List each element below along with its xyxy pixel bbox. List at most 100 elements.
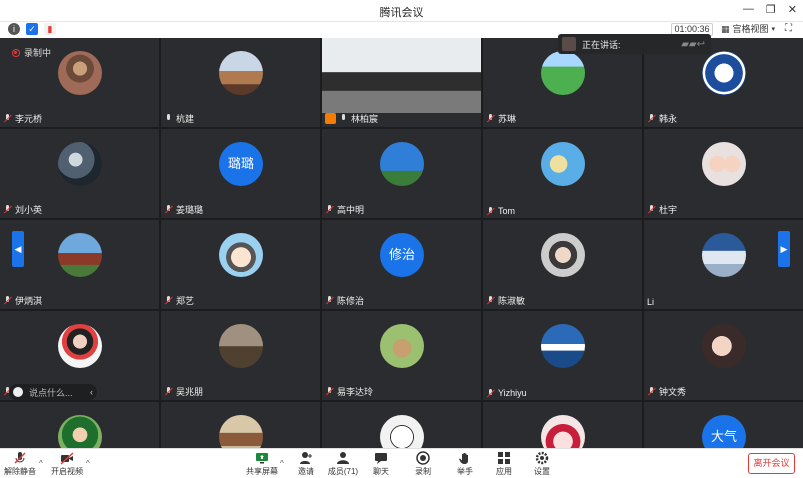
start-video-button[interactable]: 开启视频 <box>47 451 87 477</box>
members-label: 成员(71) <box>327 467 359 476</box>
mic-muted-icon <box>486 296 495 305</box>
avatar <box>58 324 102 368</box>
participant-tile[interactable]: 林柏宸 <box>322 38 481 127</box>
participant-tile[interactable]: 钟文秀 <box>644 311 803 400</box>
prev-page-button[interactable]: ◀ <box>12 231 24 267</box>
participant-name-tag: 林柏宸 <box>325 112 378 125</box>
mic-muted-icon <box>164 296 173 305</box>
start-video-label: 开启视频 <box>51 467 83 476</box>
next-page-button[interactable]: ▶ <box>778 231 790 267</box>
share-screen-label: 共享屏幕 <box>246 467 278 476</box>
emoji-icon[interactable] <box>13 387 23 397</box>
avatar <box>219 233 263 277</box>
camera-off-icon <box>60 452 74 465</box>
mic-muted-icon <box>3 114 12 123</box>
participant-name: 钟文秀 <box>659 387 687 397</box>
avatar <box>541 233 585 277</box>
participant-name: Tom <box>498 206 516 216</box>
share-screen-button[interactable]: 共享屏幕 <box>242 451 282 477</box>
participant-name-tag: 杜宇 <box>647 203 677 216</box>
settings-button[interactable]: 设置 <box>522 451 562 477</box>
avatar <box>702 142 746 186</box>
participant-name-tag: Yizhiyu <box>486 388 527 398</box>
participant-tile[interactable]: 易李达玲 <box>322 311 481 400</box>
avatar <box>58 233 102 277</box>
participant-name-tag: 易李达玲 <box>325 385 373 398</box>
avatar <box>702 233 746 277</box>
mic-muted-icon <box>3 205 12 214</box>
unmute-label: 解除静音 <box>4 467 36 476</box>
participant-tile[interactable]: 大气 <box>644 402 803 448</box>
participant-name-tag: 刘小英 <box>3 203 42 216</box>
participant-name-tag: 韩永 <box>647 112 677 125</box>
video-options-caret[interactable]: ^ <box>86 459 90 468</box>
mic-muted-icon <box>164 387 173 396</box>
collapse-icon[interactable]: ‹ <box>90 387 93 397</box>
recording-indicator: 录制中 <box>12 46 51 59</box>
participant-name-tag: Tom <box>486 206 515 216</box>
participant-tile[interactable] <box>483 402 642 448</box>
mic-options-caret[interactable]: ^ <box>39 459 43 468</box>
fullscreen-icon[interactable]: ⛶ <box>785 23 792 34</box>
shield-icon[interactable]: ✓ <box>26 23 38 35</box>
participant-tile[interactable]: 璐璐 姜璐璐 <box>161 129 320 218</box>
participant-tile[interactable]: 杜宇 <box>644 129 803 218</box>
participant-tile[interactable]: 刘小英 <box>0 129 159 218</box>
participant-tile[interactable]: 陈淑敏 <box>483 220 642 309</box>
participant-name: 易李达玲 <box>337 387 374 397</box>
mic-muted-icon <box>486 114 495 123</box>
minimize-icon[interactable]: — <box>743 3 754 16</box>
participant-name-tag: 杭建 <box>164 112 194 125</box>
chat-button[interactable]: 聊天 <box>361 451 401 477</box>
leave-meeting-button[interactable]: 离开会议 <box>748 453 795 474</box>
participant-tile[interactable]: 杭建 <box>161 38 320 127</box>
participant-tile[interactable]: 修治 陈修治 <box>322 220 481 309</box>
participant-tile[interactable]: Tom <box>483 129 642 218</box>
recording-label: 录制中 <box>24 48 52 58</box>
invite-icon <box>300 452 312 464</box>
window-title: 腾讯会议 <box>379 7 424 19</box>
avatar <box>702 51 746 95</box>
pin-icon[interactable]: ▰▰↩ <box>681 39 705 50</box>
chat-bubble[interactable]: 说点什么... ‹ <box>9 384 97 400</box>
unmute-button[interactable]: 解除静音 <box>0 451 40 477</box>
mic-muted-icon <box>647 114 656 123</box>
record-button[interactable]: 录制 <box>403 451 443 477</box>
avatar <box>541 51 585 95</box>
participant-name: 林柏宸 <box>351 114 379 124</box>
chat-icon <box>375 453 387 464</box>
info-icon[interactable]: i <box>8 23 20 35</box>
signal-icon[interactable]: ▮ <box>44 23 56 35</box>
mic-muted-icon <box>325 205 334 214</box>
avatar <box>322 38 481 113</box>
members-icon <box>337 452 349 464</box>
participant-tile[interactable]: 郑艺 <box>161 220 320 309</box>
members-button[interactable]: 成员(71) <box>323 451 363 477</box>
close-icon[interactable]: ✕ <box>788 3 797 16</box>
participant-tile[interactable] <box>161 402 320 448</box>
avatar <box>219 51 263 95</box>
apps-button[interactable]: 应用 <box>484 451 524 477</box>
participant-tile[interactable]: 吴兆朋 <box>161 311 320 400</box>
host-icon <box>325 113 336 124</box>
participant-name: 郑艺 <box>176 296 195 306</box>
title-bar: 腾讯会议 — ❐ ✕ <box>0 0 803 22</box>
participant-name: 高中明 <box>337 205 365 215</box>
share-options-caret[interactable]: ^ <box>280 459 284 468</box>
share-screen-icon <box>256 453 268 464</box>
gear-icon <box>535 451 549 465</box>
participant-tile[interactable]: 高中明 <box>322 129 481 218</box>
participant-name: 陈淑敏 <box>498 296 526 306</box>
participant-tile[interactable] <box>322 402 481 448</box>
speaking-label: 正在讲话: <box>582 39 621 50</box>
view-switch[interactable]: ▦ 宫格视图 ▾ <box>721 23 775 36</box>
invite-button[interactable]: 邀请 <box>286 451 326 477</box>
maximize-icon[interactable]: ❐ <box>766 3 776 16</box>
mic-muted-icon <box>647 205 656 214</box>
raise-hand-button[interactable]: 举手 <box>445 451 485 477</box>
participant-tile[interactable] <box>0 402 159 448</box>
participant-name-tag: Li <box>647 297 654 307</box>
participant-tile[interactable]: Yizhiyu <box>483 311 642 400</box>
grid-icon: ▦ <box>721 24 730 34</box>
participant-name: Li <box>647 297 655 307</box>
